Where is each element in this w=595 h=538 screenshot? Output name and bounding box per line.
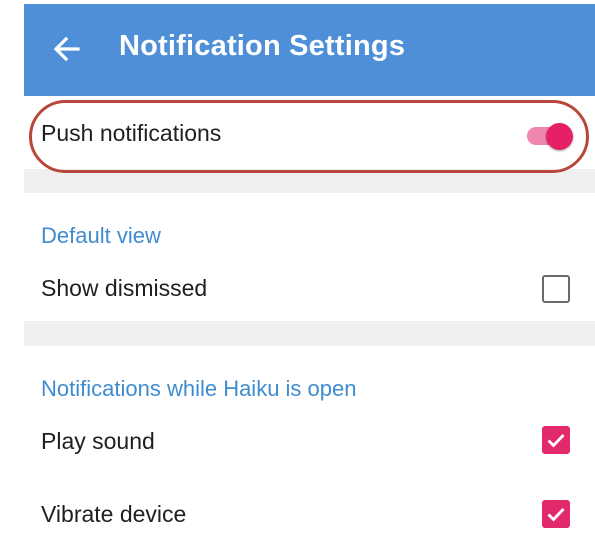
vibrate-device-label: Vibrate device: [41, 501, 187, 527]
vibrate-device-checkbox[interactable]: [542, 500, 570, 528]
play-sound-checkbox[interactable]: [542, 426, 570, 454]
settings-content: Notification Settings Push notifications…: [24, 4, 595, 538]
checkmark-icon: [547, 434, 565, 448]
default-view-section: Default view Show dismissed: [24, 193, 595, 321]
toggle-thumb: [546, 123, 573, 150]
while-open-title: Notifications while Haiku is open: [41, 376, 357, 401]
push-notifications-row[interactable]: Push notifications: [24, 96, 595, 169]
page-title: Notification Settings: [119, 30, 406, 62]
play-sound-label: Play sound: [41, 428, 155, 454]
show-dismissed-checkbox[interactable]: [542, 275, 570, 303]
default-view-title: Default view: [41, 223, 161, 248]
push-notifications-toggle[interactable]: [524, 123, 574, 150]
arrow-left-icon: [53, 36, 80, 62]
notification-settings-screen: Notification Settings Push notifications…: [0, 0, 595, 538]
app-bar: Notification Settings: [24, 4, 595, 96]
while-open-section: Notifications while Haiku is open Play s…: [24, 346, 595, 538]
show-dismissed-label: Show dismissed: [41, 275, 208, 301]
back-button[interactable]: [50, 32, 84, 66]
checkmark-icon: [547, 508, 565, 522]
push-notifications-label: Push notifications: [41, 120, 222, 146]
